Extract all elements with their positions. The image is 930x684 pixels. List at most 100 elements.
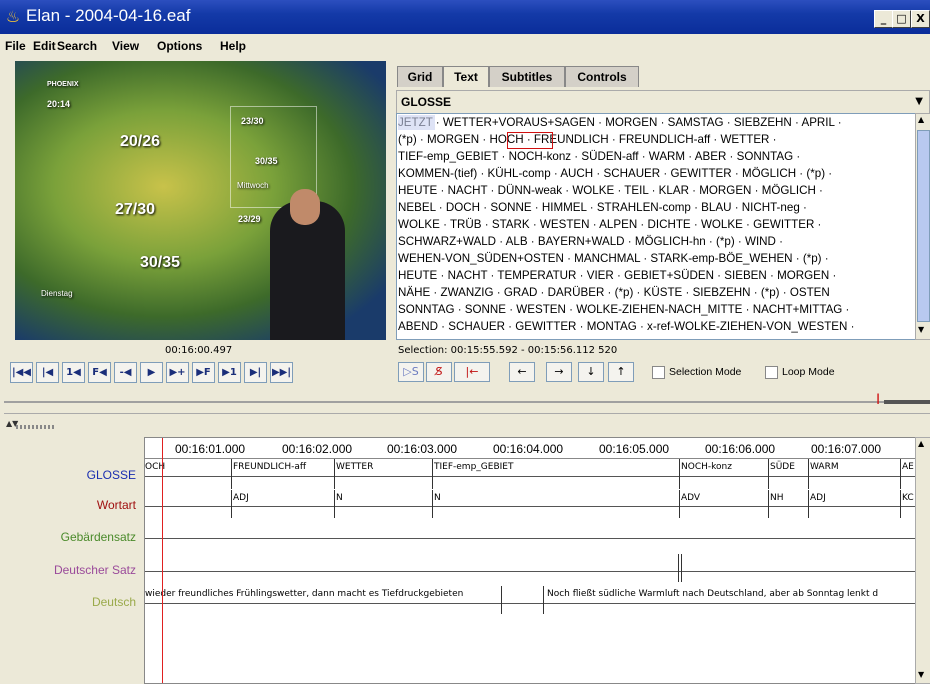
loop-mode-checkbox[interactable] [765,366,778,379]
next-pixel-button[interactable]: ▶+ [166,362,189,383]
ruler-tick-label: 00:16:01.000 [175,442,246,456]
clear-selection-button[interactable]: S̸ [426,362,452,382]
text-line: HEUTE · NACHT · DÜNN-weak · WOLKE · TEIL… [398,184,823,197]
tier-line [145,571,915,572]
next-second-button[interactable]: ▶1 [218,362,241,383]
text-viewer[interactable]: JETZT · WETTER+VORAUS+SAGEN · MORGEN · S… [396,113,916,340]
annotation[interactable]: FREUNDLICH-aff [233,462,306,472]
boundary [334,490,335,518]
annotation[interactable]: KC [902,493,914,503]
annotation[interactable]: WARM [810,462,839,472]
tab-subtitles[interactable]: Subtitles [489,66,565,87]
annotation[interactable]: ADJ [810,493,826,503]
text-line: HEUTE · NACHT · TEMPERATUR · VIER · GEBI… [398,269,837,282]
tier-label-glosse[interactable]: GLOSSE [87,468,136,482]
tab-controls[interactable]: Controls [565,66,639,87]
next-scrollview-button[interactable]: ▶| [244,362,267,383]
collapse-arrows-icon[interactable]: ▲▼ [6,419,18,428]
active-annotation-right-button[interactable]: → [546,362,572,382]
annotation[interactable]: Noch fließt südliche Warmluft nach Deuts… [547,589,878,599]
annotation[interactable]: wieder freundliches Frühlingswetter, dan… [145,589,463,599]
previous-frame-button[interactable]: F◀ [88,362,111,383]
divider [4,413,930,414]
close-button[interactable]: X [911,10,930,28]
active-annotation-left-button[interactable]: ← [509,362,535,382]
active-annotation-down-button[interactable]: ↓ [578,362,604,382]
signer-head [290,189,320,225]
selection-begin-button[interactable]: |← [454,362,490,382]
ruler-tick-label: 00:16:04.000 [493,442,564,456]
selection-mode-checkbox[interactable] [652,366,665,379]
tab-text[interactable]: Text [443,66,489,87]
media-slider[interactable]: Ⅰ [4,392,930,409]
annotation[interactable]: WETTER [336,462,373,472]
boundary [231,490,232,518]
annotation[interactable]: ADJ [233,493,249,503]
minimize-button[interactable]: _ [874,10,893,28]
annotation[interactable]: ADV [681,493,700,503]
menu-options[interactable]: Options [157,39,202,53]
timeline-scrollbar[interactable]: ▲ ▼ [915,437,930,684]
crosshair-cursor-icon: Ⅰ [876,392,881,408]
go-to-begin-button[interactable]: |◀◀ [10,362,33,383]
slider-position [884,400,930,404]
boundary [900,459,901,489]
menu-file[interactable]: File [5,39,26,53]
previous-second-button[interactable]: 1◀ [62,362,85,383]
boundary [679,490,680,518]
go-to-end-button[interactable]: ▶▶| [270,362,293,383]
boundary [432,459,433,489]
previous-pixel-button[interactable]: -◀ [114,362,137,383]
text-line: SONNTAG · SONNE · WESTEN · WOLKE-ZIEHEN-… [398,303,850,316]
split-handle[interactable] [16,425,56,429]
selection-mode-label: Selection Mode [669,366,742,378]
scrollbar-thumb[interactable] [917,130,930,322]
text-line: NÄHE · ZWANZIG · GRAD · DARÜBER · (*p) ·… [398,286,830,299]
scroll-down-icon[interactable]: ▼ [918,325,924,334]
previous-scrollview-button[interactable]: |◀ [36,362,59,383]
play-button[interactable]: ▶ [140,362,163,383]
annotation[interactable]: N [434,493,441,503]
next-frame-button[interactable]: ▶F [192,362,215,383]
timeline-viewer[interactable]: 00:16:01.000 00:16:02.000 00:16:03.000 0… [144,437,916,684]
text-scrollbar[interactable]: ▲ ▼ [915,113,930,340]
boundary [681,554,682,582]
text-line: KOMMEN-(tief) · KÜHL-comp · AUCH · SCHAU… [398,167,833,180]
text-line: WEHEN-VON_SÜDEN+OSTEN · MANCHMAL · STARK… [398,252,829,265]
tier-select[interactable]: GLOSSE ▼ [396,90,930,114]
play-selection-button[interactable]: ▷S [398,362,424,382]
scroll-up-icon[interactable]: ▲ [918,115,924,124]
maximize-button[interactable]: □ [892,10,911,28]
scroll-up-icon[interactable]: ▲ [918,439,924,448]
annotation[interactable]: SÜDE [770,462,795,472]
video-viewer[interactable]: PHOENIX 20:14 20/26 23/30 30/35 27/30 23… [15,61,386,340]
text-line: ABEND · SCHAUER · GEWITTER · MONTAG · x-… [398,320,855,333]
title-bar: ♨ Elan - 2004-04-16.eaf _ □ X [0,0,930,34]
boundary [334,459,335,489]
menu-view[interactable]: View [112,39,139,53]
annotation[interactable]: AE [902,462,914,472]
annotation[interactable]: NOCH-konz [681,462,732,472]
tab-grid[interactable]: Grid [397,66,443,87]
annotation[interactable]: N [336,493,343,503]
annotation[interactable]: TIEF-emp_GEBIET [434,462,513,472]
scroll-down-icon[interactable]: ▼ [918,670,924,679]
menu-edit[interactable]: Edit [33,39,56,53]
active-annotation-marker [507,132,553,149]
tier-label-gebaerdensatz[interactable]: Gebärdensatz [61,530,136,544]
temp-label: 23/29 [238,214,261,224]
tier-label-wortart[interactable]: Wortart [97,498,136,512]
text-line: SCHWARZ+WALD · ALB · BAYERN+WALD · MÖGLI… [398,235,783,248]
tier-line [145,603,915,604]
boundary [768,459,769,489]
menu-search[interactable]: Search [57,39,97,53]
boundary [543,586,544,614]
text-line: NEBEL · DOCH · SONNE · HIMMEL · STRAHLEN… [398,201,807,214]
media-time: 00:16:00.497 [165,345,233,356]
menu-help[interactable]: Help [220,39,246,53]
annotation[interactable]: NH [770,493,784,503]
boundary [768,490,769,518]
tier-label-deutscher-satz[interactable]: Deutscher Satz [54,563,136,577]
active-annotation-up-button[interactable]: ↑ [608,362,634,382]
tier-label-deutsch[interactable]: Deutsch [92,595,136,609]
